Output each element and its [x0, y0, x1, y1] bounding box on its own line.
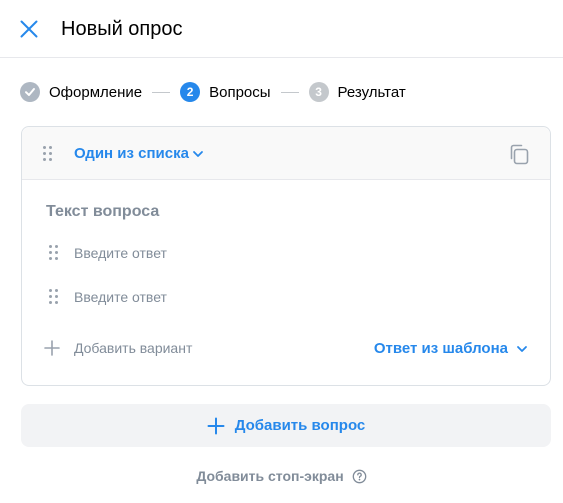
check-icon [25, 88, 35, 96]
plus-icon [44, 340, 60, 356]
step-label: Вопросы [209, 83, 271, 101]
step-label: Результат [337, 83, 406, 101]
step-design[interactable]: Оформление [20, 82, 142, 102]
step-connector [152, 91, 171, 93]
question-type-select[interactable]: Один из списка [74, 145, 204, 162]
add-variant-label: Добавить вариант [74, 340, 193, 356]
drag-handle-icon[interactable] [49, 245, 59, 261]
answer-input[interactable]: Введите ответ [74, 245, 167, 261]
question-type-label: Один из списка [74, 145, 189, 162]
stepper: Оформление 2 Вопросы 3 Результат [20, 82, 406, 102]
add-question-label: Добавить вопрос [234, 417, 366, 434]
step-number: 2 [180, 82, 201, 102]
add-stop-screen-link[interactable]: Добавить стоп-экран [196, 468, 343, 484]
step-result[interactable]: 3 Результат [308, 82, 406, 102]
question-card-header: Один из списка [22, 127, 550, 180]
page-title: Новый опрос [61, 18, 183, 40]
copy-icon [510, 144, 529, 165]
duplicate-button[interactable] [508, 143, 530, 165]
help-icon[interactable] [352, 469, 367, 484]
step-done-circle [20, 82, 40, 102]
template-answer-label: Ответ из шаблона [373, 340, 508, 357]
step-number: 3 [308, 82, 329, 102]
add-stop-screen: Добавить стоп-экран [0, 468, 563, 484]
step-questions[interactable]: 2 Вопросы [180, 82, 271, 102]
add-variant-button[interactable]: Добавить вариант [44, 340, 192, 356]
answer-input[interactable]: Введите ответ [74, 289, 167, 305]
header: Новый опрос [0, 0, 563, 58]
close-button[interactable] [17, 17, 41, 41]
template-answer-select[interactable]: Ответ из шаблона [374, 340, 528, 357]
drag-handle-icon[interactable] [43, 146, 53, 162]
question-card: Один из списка Текст вопроса Введите отв… [21, 126, 551, 386]
drag-handle-icon[interactable] [49, 289, 59, 305]
add-question-button[interactable]: Добавить вопрос [21, 404, 551, 447]
question-text-input[interactable]: Текст вопроса [46, 203, 159, 221]
plus-icon [207, 417, 225, 434]
chevron-down-icon [193, 150, 203, 157]
chevron-down-icon [517, 345, 527, 352]
step-connector [280, 91, 299, 93]
close-icon [20, 20, 38, 38]
step-label: Оформление [49, 83, 143, 101]
